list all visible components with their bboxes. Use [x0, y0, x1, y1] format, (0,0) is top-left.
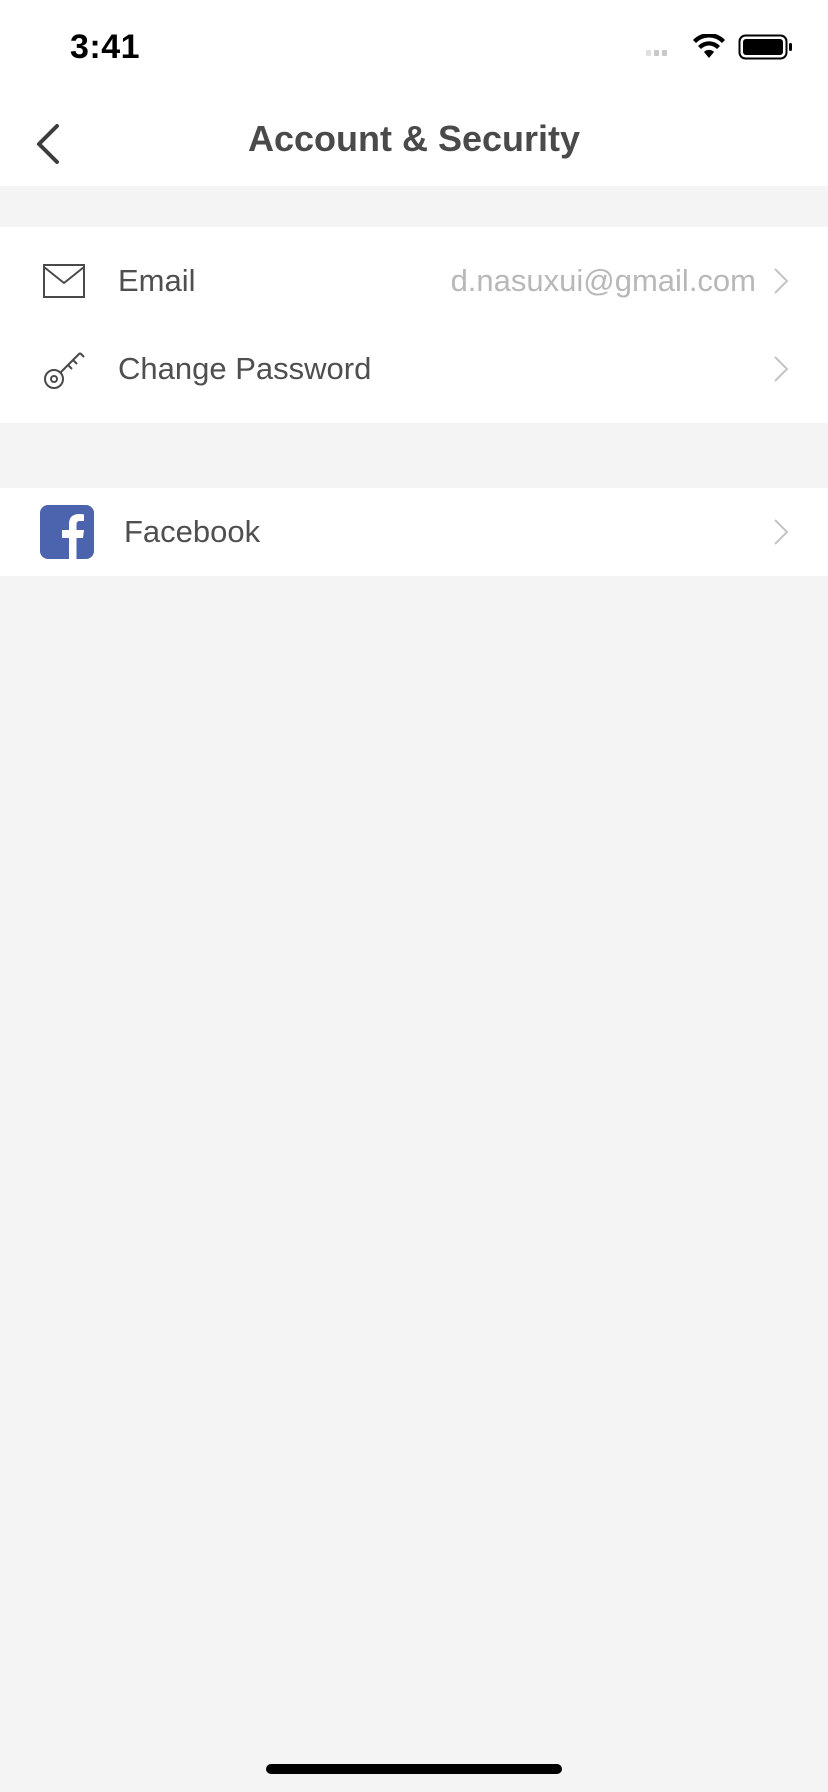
status-time: 3:41: [70, 28, 141, 66]
key-icon: [40, 345, 88, 393]
security-settings-group: Email d.nasuxui@gmail.com Change Passwor…: [0, 227, 828, 423]
cellular-signal-icon: [646, 50, 667, 56]
facebook-label: Facebook: [124, 514, 261, 549]
battery-icon: [738, 34, 792, 60]
home-indicator[interactable]: [266, 1764, 562, 1774]
email-row[interactable]: Email d.nasuxui@gmail.com: [0, 237, 828, 325]
status-bar: 3:41: [0, 0, 828, 100]
facebook-icon: [40, 505, 94, 559]
wifi-icon: [693, 34, 725, 58]
navigation-bar: Account & Security: [0, 100, 828, 186]
chevron-right-icon: [770, 515, 792, 549]
email-value: d.nasuxui@gmail.com: [450, 263, 756, 298]
email-label: Email: [118, 263, 196, 298]
facebook-row[interactable]: Facebook: [0, 488, 828, 576]
chevron-right-icon: [770, 264, 792, 298]
envelope-icon: [40, 257, 88, 305]
status-icons: [644, 34, 794, 60]
chevron-right-icon: [770, 352, 792, 386]
page-title: Account & Security: [247, 118, 581, 159]
change-password-label: Change Password: [118, 351, 372, 386]
linked-accounts-group: Facebook: [0, 488, 828, 576]
change-password-row[interactable]: Change Password: [0, 325, 828, 413]
account-security-screen: 3:41 Account & Security Email d.nasuxui@…: [0, 0, 828, 1792]
